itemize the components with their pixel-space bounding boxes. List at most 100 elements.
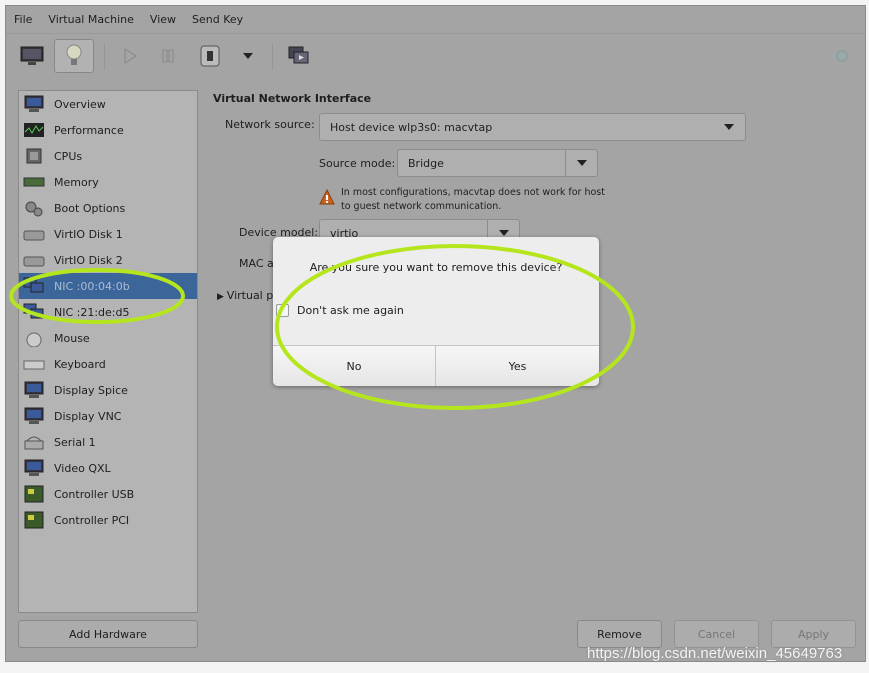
remove-button[interactable]: Remove	[577, 620, 662, 648]
toolbar	[6, 36, 865, 76]
lightbulb-icon	[66, 44, 82, 65]
cancel-button[interactable]: Cancel	[674, 620, 759, 648]
menu-virtual-machine[interactable]: Virtual Machine	[48, 13, 134, 26]
network-icon	[23, 303, 45, 321]
move-handle[interactable]	[822, 39, 862, 73]
sidebar-item[interactable]: Controller PCI	[19, 507, 197, 533]
monitor-icon	[23, 381, 45, 399]
fullscreen-icon	[288, 46, 309, 64]
keyboard-icon	[23, 355, 45, 373]
dialog-message: Are you sure you want to remove this dev…	[309, 261, 563, 274]
sidebar-item-label: Mouse	[54, 331, 90, 345]
toolbar-separator	[104, 44, 105, 70]
serial-icon	[23, 433, 45, 451]
pause-button[interactable]	[148, 39, 188, 73]
pause-icon	[162, 49, 174, 63]
play-icon	[124, 48, 137, 64]
sidebar-item[interactable]: Memory	[19, 169, 197, 195]
sidebar-item[interactable]: VirtIO Disk 2	[19, 247, 197, 273]
sidebar-item-label: Controller PCI	[54, 513, 130, 527]
source-mode-label: Source mode:	[319, 157, 396, 170]
sidebar-item-label: VirtIO Disk 1	[54, 227, 123, 241]
shutdown-dropdown[interactable]	[228, 39, 268, 73]
details-button[interactable]	[54, 39, 94, 73]
section-title: Virtual Network Interface	[213, 92, 372, 105]
sidebar-item[interactable]: Display VNC	[19, 403, 197, 429]
disk-icon	[23, 225, 45, 243]
sidebar-item[interactable]: Keyboard	[19, 351, 197, 377]
warning-icon	[319, 189, 335, 205]
shutdown-button[interactable]	[190, 39, 230, 73]
sidebar-item[interactable]: Boot Options	[19, 195, 197, 221]
chart-icon	[23, 121, 45, 139]
sidebar-item-label: Keyboard	[54, 357, 106, 371]
controller-icon	[23, 511, 45, 529]
sidebar-item-label: Video QXL	[54, 461, 111, 475]
fullscreen-button[interactable]	[279, 39, 319, 73]
sidebar-item[interactable]: Video QXL	[19, 455, 197, 481]
menu-send-key[interactable]: Send Key	[192, 13, 243, 26]
dont-ask-checkbox-row[interactable]: Don't ask me again	[276, 304, 404, 317]
virtual-port-label: Virtual p	[226, 289, 274, 302]
controller-icon	[23, 485, 45, 503]
hardware-list: Overview Performance CPUs Memory Boot Option…	[18, 90, 198, 613]
sidebar-item-label: Controller USB	[54, 487, 135, 501]
add-hardware-button[interactable]: Add Hardware	[18, 620, 198, 648]
chevron-down-icon	[724, 124, 734, 130]
disk-icon	[23, 251, 45, 269]
expander-arrow-icon: ▶	[217, 292, 227, 302]
menu-file[interactable]: File	[14, 13, 32, 26]
dropdown-icon	[243, 53, 253, 59]
monitor-icon	[23, 95, 45, 113]
mouse-icon	[23, 329, 45, 347]
toolbar-separator	[272, 44, 273, 70]
gear-icon	[23, 199, 45, 217]
warning-line: In most configurations, macvtap does not…	[341, 187, 605, 198]
sidebar-item[interactable]: NIC :21:de:d5	[19, 299, 197, 325]
warning-line: to guest network communication.	[341, 201, 502, 212]
mac-address-label: MAC a	[239, 257, 274, 270]
no-button[interactable]: No	[273, 345, 436, 386]
sidebar-item-label: VirtIO Disk 2	[54, 253, 123, 267]
remove-device-dialog: Are you sure you want to remove this dev…	[273, 237, 599, 386]
menu-view[interactable]: View	[150, 13, 176, 26]
console-button[interactable]	[12, 39, 52, 73]
chevron-down-icon	[498, 230, 509, 236]
run-button[interactable]	[110, 39, 150, 73]
sidebar-item-label: Overview	[54, 97, 106, 111]
sidebar-item[interactable]: Overview	[19, 91, 197, 117]
watermark: https://blog.csdn.net/weixin_45649763	[587, 645, 843, 662]
yes-button[interactable]: Yes	[436, 345, 599, 386]
sidebar-item[interactable]: CPUs	[19, 143, 197, 169]
sidebar-item-label: Memory	[54, 175, 99, 189]
sidebar-item-label: Performance	[54, 123, 124, 137]
sidebar-item-label: Serial 1	[54, 435, 96, 449]
network-source-label: Network source:	[225, 118, 315, 131]
network-source-select[interactable]: Host device wlp3s0: macvtap	[319, 113, 746, 141]
sidebar-item[interactable]: VirtIO Disk 1	[19, 221, 197, 247]
sidebar-item[interactable]: Serial 1	[19, 429, 197, 455]
sidebar-item-label: NIC :21:de:d5	[54, 305, 130, 319]
sidebar-item[interactable]: Mouse	[19, 325, 197, 351]
chevron-down-icon	[576, 160, 587, 166]
menubar: File Virtual Machine View Send Key	[6, 6, 865, 34]
power-icon	[200, 45, 220, 67]
move-icon	[831, 45, 853, 67]
source-mode-value: Bridge	[408, 156, 444, 170]
source-mode-select[interactable]: Bridge	[397, 149, 598, 177]
macvtap-warning: In most configurations, macvtap does not…	[341, 186, 605, 214]
sidebar-item[interactable]: Controller USB	[19, 481, 197, 507]
dont-ask-label: Don't ask me again	[297, 304, 404, 317]
sidebar-item[interactable]: Display Spice	[19, 377, 197, 403]
sidebar-item-label: Display VNC	[54, 409, 122, 423]
dont-ask-checkbox[interactable]	[276, 304, 289, 317]
apply-button[interactable]: Apply	[771, 620, 856, 648]
network-icon	[23, 277, 45, 295]
sidebar-item-label: Boot Options	[54, 201, 126, 215]
sidebar-item[interactable]: Performance	[19, 117, 197, 143]
sidebar-item[interactable]: NIC :00:04:0b	[19, 273, 197, 299]
monitor-icon	[20, 46, 44, 65]
monitor-icon	[23, 459, 45, 477]
sidebar-item-label: NIC :00:04:0b	[54, 279, 130, 293]
virtual-port-expander[interactable]: ▶ Virtual p	[217, 289, 273, 302]
